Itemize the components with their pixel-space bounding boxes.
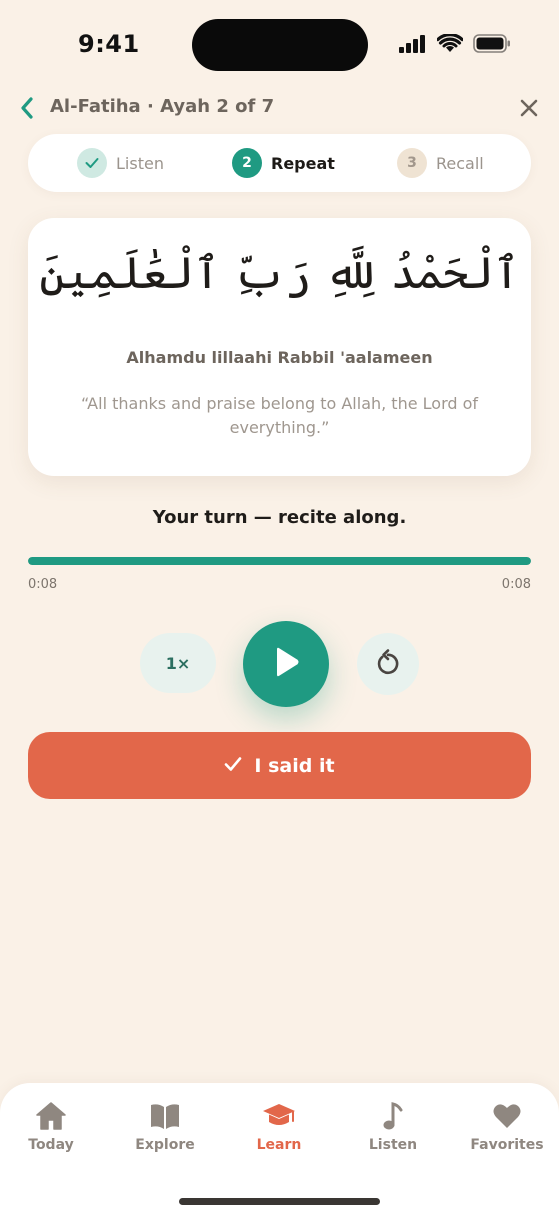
home-indicator [179,1198,380,1205]
graduation-cap-icon [261,1101,297,1131]
current-time: 0:08 [28,577,58,592]
replay-button[interactable] [357,633,419,695]
audio-progress-fill [28,557,531,565]
status-time: 9:41 [78,30,140,58]
tab-label: Listen [368,1137,418,1153]
tab-label: Today [28,1137,74,1153]
step-number: 3 [397,148,427,178]
home-icon [35,1101,67,1131]
ayah-card: ٱلْحَمْدُ لِلَّهِ رَبِّ ٱلْعَٰلَمِينَ Al… [28,218,531,476]
lesson-header: Al-Fatiha · Ayah 2 of 7 [0,88,559,128]
tab-favorites[interactable]: Favorites [457,1101,557,1153]
tab-listen[interactable]: Listen [343,1101,443,1153]
tab-learn[interactable]: Learn [229,1101,329,1153]
replay-icon [375,648,401,680]
heart-icon [492,1101,522,1131]
tab-bar: Today Explore Learn Listen Favorites [0,1083,559,1217]
ayah-translation: “All thanks and praise belong to Allah, … [80,394,479,437]
tab-label: Favorites [470,1137,544,1153]
tab-label: Learn [256,1137,302,1153]
step-label: Repeat [271,153,335,173]
music-note-icon [382,1101,404,1131]
battery-icon [473,34,511,57]
i-said-it-label: I said it [254,754,335,777]
step-indicator: Listen 2 Repeat 3 Recall [28,134,531,192]
checkmark-icon [224,755,242,777]
recite-prompt: Your turn — recite along. [152,507,407,528]
lesson-title: Al-Fatiha · Ayah 2 of 7 [50,96,275,117]
status-bar: 9:41 [0,0,559,90]
step-repeat[interactable]: 2 Repeat [232,148,335,178]
ayah-transliteration: Alhamdu lillaahi Rabbil 'aalameen [126,348,433,367]
duration: 0:08 [501,577,531,592]
tab-today[interactable]: Today [1,1101,101,1153]
audio-progress-bar[interactable] [28,557,531,565]
step-listen[interactable]: Listen [77,148,164,178]
chevron-left-icon[interactable] [16,94,38,122]
i-said-it-button[interactable]: I said it [28,732,531,799]
wifi-icon [436,33,464,57]
step-label: Recall [436,153,484,173]
tab-explore[interactable]: Explore [115,1101,215,1153]
play-button[interactable] [243,621,329,707]
checkmark-icon [77,148,107,178]
book-icon [149,1101,181,1131]
status-icons [399,33,511,57]
tab-label: Explore [135,1137,195,1153]
close-icon[interactable] [515,94,543,122]
cellular-signal-icon [399,34,427,57]
ayah-arabic-text: ٱلْحَمْدُ لِلَّهِ رَبِّ ٱلْعَٰلَمِينَ [39,248,520,299]
step-number: 2 [232,148,262,178]
step-recall[interactable]: 3 Recall [397,148,484,178]
dynamic-island [192,19,368,71]
step-label: Listen [116,153,164,173]
play-icon [271,646,301,682]
playback-speed-button[interactable]: 1× [140,633,216,693]
